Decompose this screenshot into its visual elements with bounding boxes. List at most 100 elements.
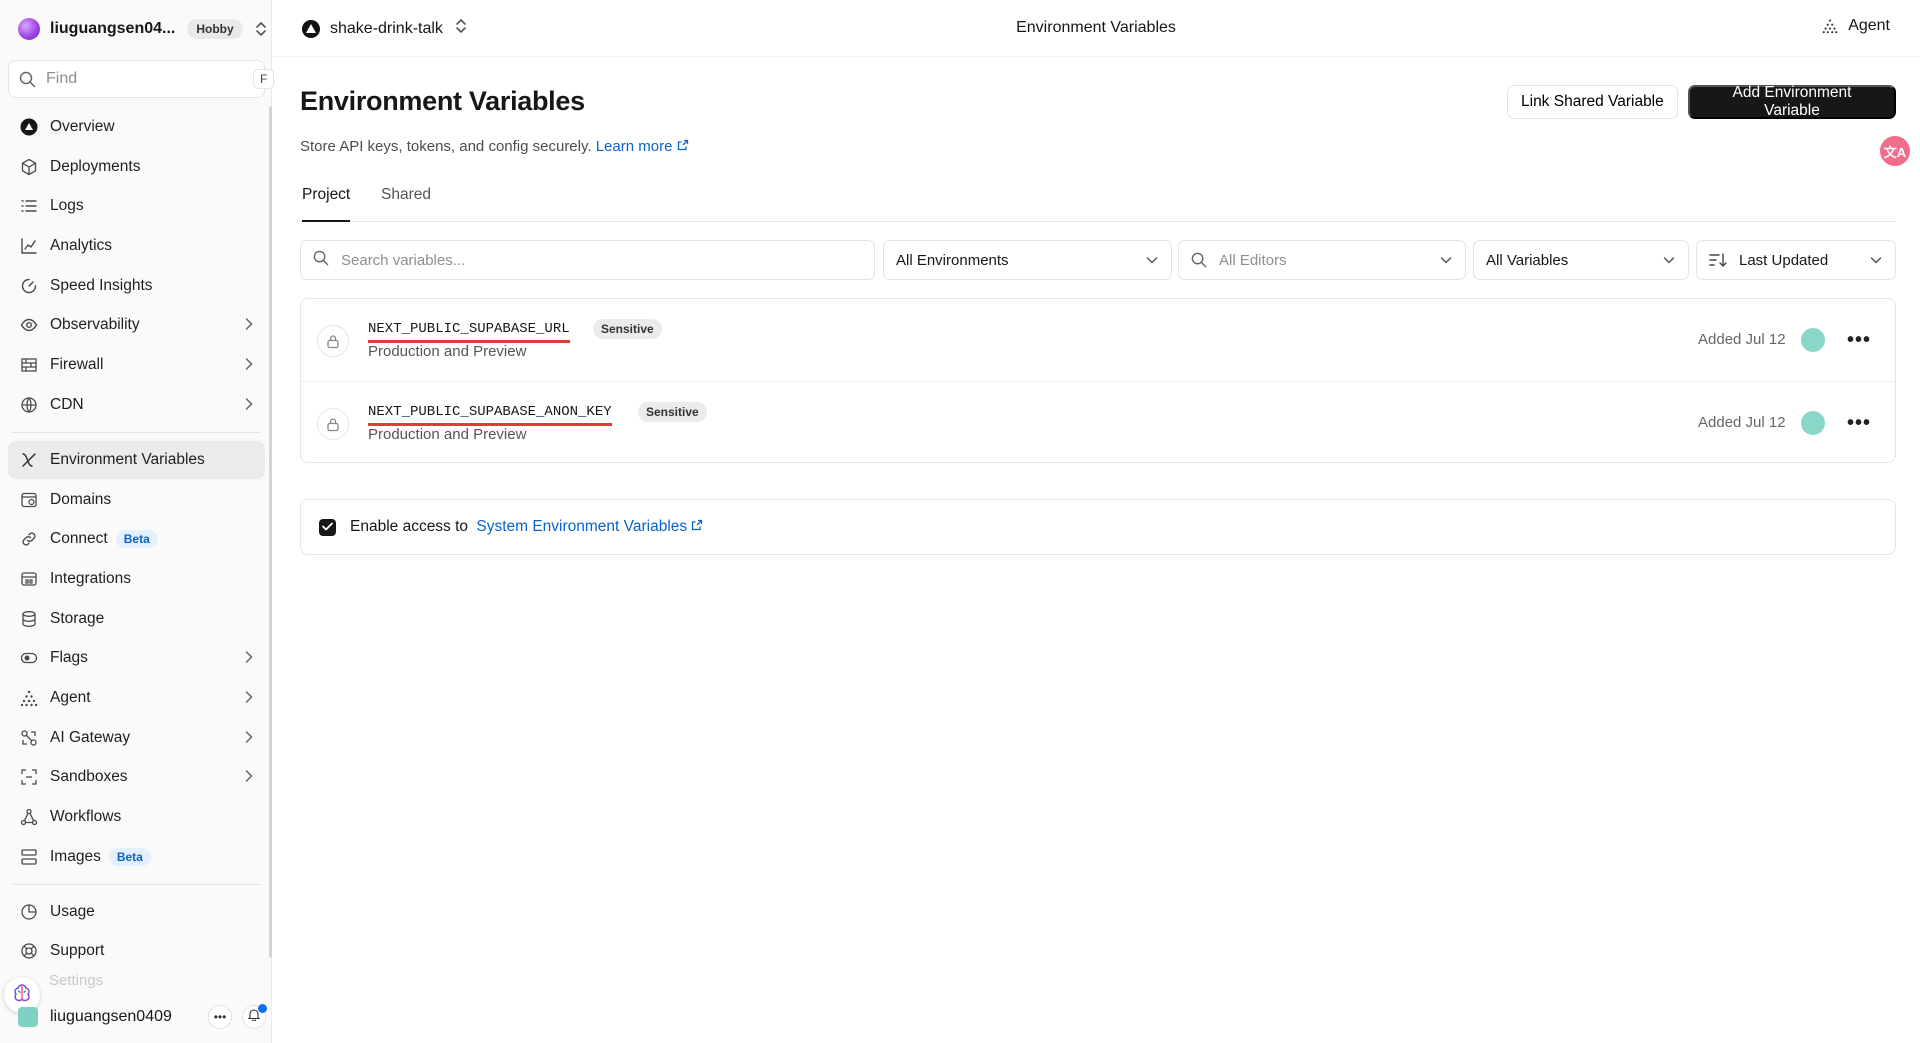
sidebar-item-label: Agent [50, 688, 91, 706]
variable-type-filter-select[interactable]: All Variables [1473, 240, 1689, 280]
sidebar-item-connect[interactable]: Connect Beta [8, 520, 265, 558]
beta-badge: Beta [108, 847, 151, 866]
sensitive-badge: Sensitive [593, 319, 662, 339]
sidebar-item-settings[interactable]: Settings [49, 972, 103, 989]
sidebar-item-firewall[interactable]: Firewall [8, 346, 265, 384]
sidebar-item-cdn[interactable]: CDN [8, 386, 265, 424]
team-switcher[interactable]: liuguangsen04... Hobby [18, 16, 266, 42]
chevron-right-icon [245, 769, 253, 788]
sidebar-item-overview[interactable]: Overview [8, 108, 265, 146]
chevron-updown-icon[interactable] [255, 21, 267, 37]
translate-button[interactable]: 文A [1880, 136, 1910, 166]
tab-shared[interactable]: Shared [381, 186, 431, 220]
cube-icon [20, 158, 38, 176]
system-variables-link[interactable]: System Environment Variables [476, 518, 703, 535]
list-item[interactable]: NEXT_PUBLIC_SUPABASE_ANON_KEY Sensitive … [301, 381, 1895, 463]
sidebar-item-observability[interactable]: Observability [8, 306, 265, 344]
sidebar-item-workflows[interactable]: Workflows [8, 798, 265, 836]
list-icon [20, 197, 38, 215]
row-actions-button[interactable]: ••• [1845, 326, 1873, 354]
sidebar-item-speed-insights[interactable]: Speed Insights [8, 267, 265, 305]
chevron-right-icon [245, 397, 253, 416]
variable-added-date: Added Jul 12 [1698, 331, 1786, 348]
project-switcher[interactable]: shake-drink-talk [302, 18, 467, 39]
link-shared-variable-button[interactable]: Link Shared Variable [1507, 85, 1678, 119]
nav-divider [12, 883, 261, 885]
top-bar: shake-drink-talk Environment Variables A… [272, 0, 1920, 57]
sidebar-item-label: Firewall [50, 356, 104, 374]
editor-filter-select[interactable]: All Editors [1178, 240, 1466, 280]
editor-avatar [1801, 411, 1825, 435]
learn-more-label: Learn more [595, 138, 673, 155]
sidebar-item-label: Connect [50, 530, 108, 548]
sidebar-item-logs[interactable]: Logs [8, 187, 265, 225]
sort-select[interactable]: Last Updated [1696, 240, 1896, 280]
sidebar-item-storage[interactable]: Storage [8, 600, 265, 638]
topbar-title: Environment Variables [1016, 19, 1176, 36]
team-name: liuguangsen04... [50, 20, 176, 37]
ellipsis-icon: ••• [213, 1010, 227, 1024]
sidebar-item-label: Overview [50, 118, 115, 135]
sidebar-item-flags[interactable]: Flags [8, 639, 265, 677]
eye-icon [20, 316, 38, 334]
sidebar-item-integrations[interactable]: Integrations [8, 560, 265, 598]
user-more-button[interactable]: ••• [208, 1005, 232, 1029]
sidebar-item-label: Deployments [50, 157, 141, 175]
sidebar-item-usage[interactable]: Usage [8, 893, 265, 931]
sidebar-scrollbar[interactable] [269, 106, 272, 958]
sidebar-item-sandboxes[interactable]: Sandboxes [8, 758, 265, 796]
integrations-icon [20, 570, 38, 588]
lifebuoy-icon [20, 942, 38, 960]
sidebar-item-deployments[interactable]: Deployments [8, 148, 265, 186]
agent-dots-icon [1822, 18, 1838, 34]
team-avatar [18, 18, 40, 40]
nav-divider [12, 431, 261, 433]
sidebar-item-label: Support [50, 942, 105, 960]
beta-badge: Beta [115, 530, 158, 549]
domain-icon [20, 491, 38, 509]
workflow-icon [20, 808, 38, 826]
chevron-right-icon [245, 730, 253, 749]
list-item[interactable]: NEXT_PUBLIC_SUPABASE_URL Sensitive Produ… [301, 299, 1895, 381]
find-shortcut-key: F [253, 69, 275, 89]
ellipsis-icon: ••• [1846, 411, 1871, 434]
row-actions-button[interactable]: ••• [1845, 409, 1873, 437]
firewall-icon [20, 356, 38, 374]
sidebar-item-analytics[interactable]: Analytics [8, 227, 265, 265]
sidebar-item-label: Sandboxes [50, 768, 128, 786]
variable-search[interactable] [300, 240, 875, 280]
environment-filter-value: All Environments [896, 251, 1009, 269]
find-search[interactable]: F [8, 60, 275, 98]
system-variables-link-label: System Environment Variables [476, 518, 688, 535]
sidebar-item-ai-gateway[interactable]: AI Gateway [8, 719, 265, 757]
agent-button[interactable]: Agent [1822, 17, 1890, 35]
chevron-down-icon [1662, 253, 1676, 271]
environment-filter-select[interactable]: All Environments [883, 240, 1172, 280]
sidebar-item-domains[interactable]: Domains [8, 481, 265, 519]
chevron-down-icon [1145, 253, 1159, 271]
variable-list: NEXT_PUBLIC_SUPABASE_URL Sensitive Produ… [300, 298, 1896, 463]
learn-more-link[interactable]: Learn more [596, 138, 689, 155]
notifications-button[interactable] [242, 1004, 267, 1029]
add-environment-variable-button[interactable]: Add Environment Variable [1688, 84, 1896, 119]
sort-icon [1709, 252, 1727, 268]
sidebar-nav: Overview Deployments Logs Analytics Spee… [8, 108, 265, 972]
sidebar-item-label: Speed Insights [50, 276, 153, 294]
sidebar-item-images[interactable]: Images Beta [8, 838, 265, 876]
search-icon [1191, 252, 1207, 268]
sidebar-item-support[interactable]: Support [8, 932, 265, 970]
sidebar-item-label: Usage [50, 902, 95, 920]
tab-bar: Project Shared [300, 178, 1895, 222]
user-menu[interactable]: liuguangsen0409 ••• [18, 1003, 267, 1031]
sidebar-item-environment-variables[interactable]: Environment Variables [8, 440, 265, 479]
find-input[interactable] [46, 70, 253, 88]
agent-label: Agent [1848, 17, 1890, 34]
system-variables-checkbox[interactable] [319, 518, 336, 536]
image-stack-icon [20, 848, 38, 866]
variable-search-input[interactable] [341, 251, 862, 269]
chevron-updown-icon[interactable] [455, 18, 467, 39]
database-icon [20, 610, 38, 628]
sidebar-item-agent[interactable]: Agent [8, 679, 265, 717]
tab-project[interactable]: Project [302, 186, 351, 222]
search-icon [313, 250, 329, 271]
